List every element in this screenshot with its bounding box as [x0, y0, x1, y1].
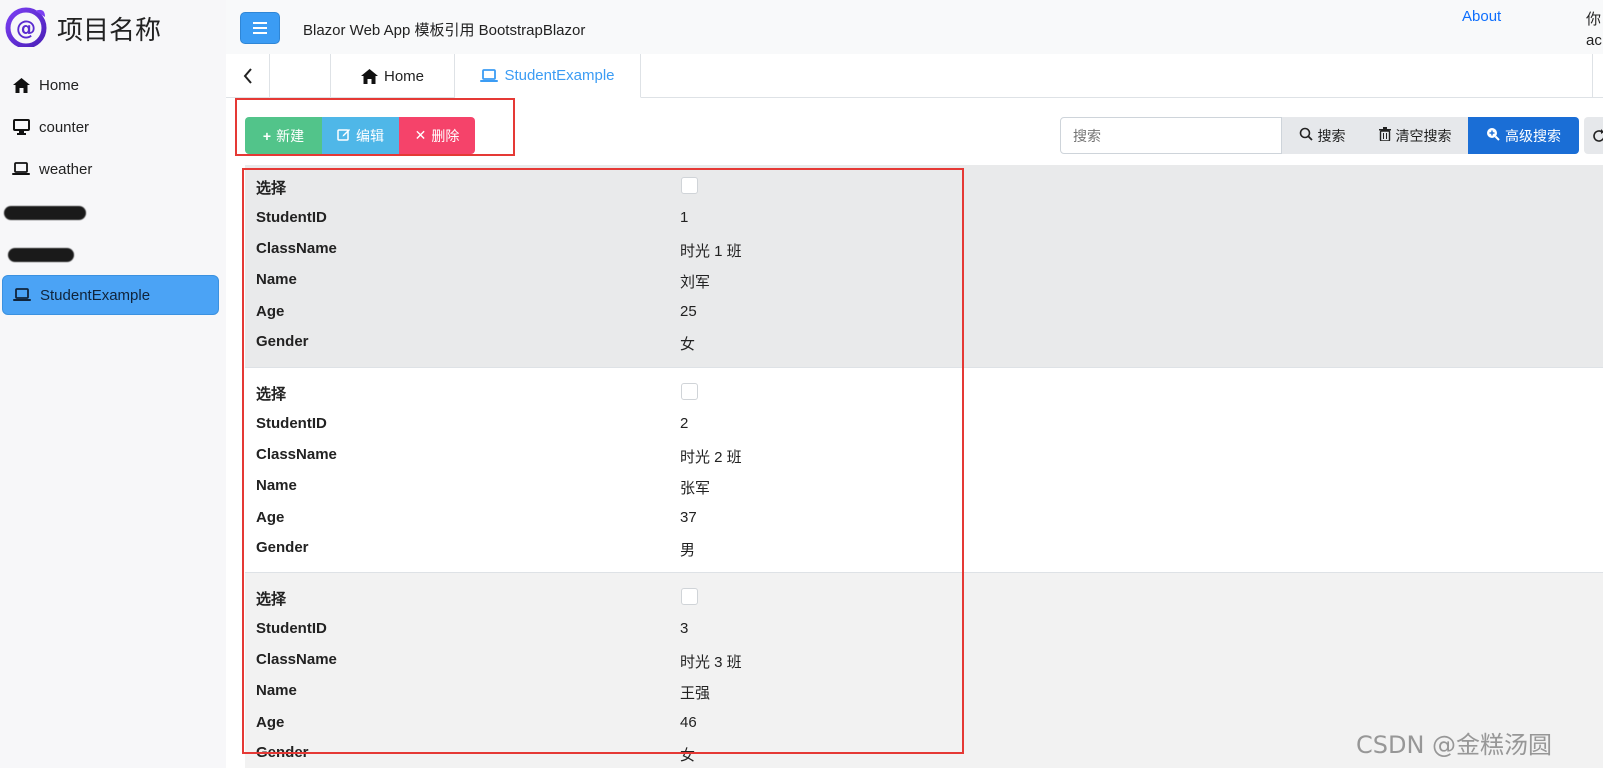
sidebar: @ 项目名称 Home counter weather StudentExamp…: [0, 0, 226, 768]
hamburger-icon: [253, 22, 267, 34]
field-label: Name: [256, 271, 297, 288]
chevron-left-icon: [243, 67, 252, 84]
gender-value: 女: [680, 336, 696, 353]
age-value: 37: [680, 509, 697, 526]
trash-icon: [1378, 127, 1391, 144]
row-select-checkbox[interactable]: [681, 588, 698, 605]
about-link[interactable]: About: [1462, 8, 1501, 25]
field-label: Age: [256, 303, 285, 320]
brand-title: 项目名称: [57, 15, 162, 45]
clear-search-button[interactable]: 清空搜索: [1362, 117, 1468, 154]
app-title: Blazor Web App 模板引用 BootstrapBlazor: [303, 22, 586, 39]
name-value: 张军: [680, 480, 711, 497]
field-label: ClassName: [256, 240, 337, 257]
class-name-value: 时光 1 班: [680, 243, 742, 260]
toolbar-highlight-box: [235, 98, 515, 156]
field-label: StudentID: [256, 209, 327, 226]
home-icon: [11, 76, 31, 94]
search-input[interactable]: [1060, 117, 1282, 154]
age-value: 46: [680, 714, 697, 731]
refresh-icon: [1593, 128, 1603, 142]
student-card-list: 选择 StudentID 1 ClassName 时光 1 班 Name 刘军 Age…: [245, 165, 1603, 768]
student-id-value: 3: [680, 620, 689, 637]
sidebar-item-label: counter: [39, 118, 90, 136]
field-label: Age: [256, 714, 285, 731]
tab-home[interactable]: Home: [331, 54, 455, 98]
laptop-icon: [11, 160, 31, 178]
advanced-search-button[interactable]: 高级搜索: [1468, 117, 1579, 154]
tab-label: StudentExample: [504, 67, 615, 84]
search-button[interactable]: 搜索: [1282, 117, 1362, 154]
advanced-search-button-label: 高级搜索: [1505, 127, 1561, 144]
class-name-value: 时光 3 班: [680, 654, 742, 671]
tab-divider: [1592, 54, 1593, 97]
refresh-button[interactable]: [1584, 117, 1603, 154]
search-button-label: 搜索: [1317, 127, 1346, 144]
table-row: 选择 StudentID 1 ClassName 时光 1 班 Name 刘军 Age…: [245, 165, 1603, 375]
search-icon: [1299, 127, 1313, 144]
brand[interactable]: @ 项目名称: [0, 0, 226, 54]
sidebar-item-home[interactable]: Home: [2, 65, 219, 105]
name-value: 王强: [680, 685, 711, 702]
user-greeting: 你: [1586, 11, 1602, 28]
zoom-in-icon: [1486, 127, 1500, 144]
age-value: 25: [680, 303, 697, 320]
home-icon: [360, 68, 378, 84]
laptop-icon: [12, 286, 32, 304]
field-label: ClassName: [256, 651, 337, 668]
student-id-value: 1: [680, 209, 689, 226]
sidebar-item-counter[interactable]: counter: [2, 107, 219, 147]
redacted-menu-item[interactable]: [8, 248, 74, 262]
field-label: 选择: [256, 386, 287, 403]
field-label: Name: [256, 477, 297, 494]
row-select-checkbox[interactable]: [681, 383, 698, 400]
clear-search-button-label: 清空搜索: [1395, 127, 1452, 144]
field-label: Gender: [256, 539, 309, 556]
sidebar-item-label: weather: [39, 160, 93, 178]
field-label: Gender: [256, 744, 309, 761]
row-select-checkbox[interactable]: [681, 177, 698, 194]
gender-value: 女: [680, 747, 696, 764]
tab-label: Home: [383, 67, 424, 85]
student-id-value: 2: [680, 415, 689, 432]
user-name: ac: [1586, 32, 1602, 49]
watermark: CSDN @金糕汤圆: [1356, 731, 1553, 759]
field-label: 选择: [256, 591, 287, 608]
blazor-logo-icon: @: [5, 7, 47, 47]
redacted-menu-item[interactable]: [4, 206, 86, 220]
laptop-icon: [480, 68, 499, 82]
field-label: 选择: [256, 180, 287, 197]
top-header: Blazor Web App 模板引用 BootstrapBlazor Abou…: [226, 0, 1603, 54]
field-label: StudentID: [256, 620, 327, 637]
sidebar-item-label: Home: [39, 76, 80, 94]
tab-studentexample[interactable]: StudentExample: [455, 54, 641, 98]
table-row: 选择 StudentID 2 ClassName 时光 2 班 Name 张军 Age…: [245, 367, 1603, 577]
tab-scroll-back-button[interactable]: [226, 54, 270, 97]
gender-value: 男: [680, 542, 696, 559]
field-label: StudentID: [256, 415, 327, 432]
monitor-icon: [11, 118, 31, 136]
field-label: Age: [256, 509, 285, 526]
svg-text:@: @: [16, 16, 36, 40]
class-name-value: 时光 2 班: [680, 449, 742, 466]
sidebar-item-weather[interactable]: weather: [2, 149, 219, 189]
sidebar-item-studentexample[interactable]: StudentExample: [2, 275, 219, 315]
field-label: Gender: [256, 333, 309, 350]
menu-toggle-button[interactable]: [240, 12, 280, 44]
tab-bar: Home StudentExample: [226, 54, 1603, 98]
field-label: ClassName: [256, 446, 337, 463]
name-value: 刘军: [680, 274, 711, 291]
sidebar-item-label: StudentExample: [40, 286, 151, 304]
field-label: Name: [256, 682, 297, 699]
